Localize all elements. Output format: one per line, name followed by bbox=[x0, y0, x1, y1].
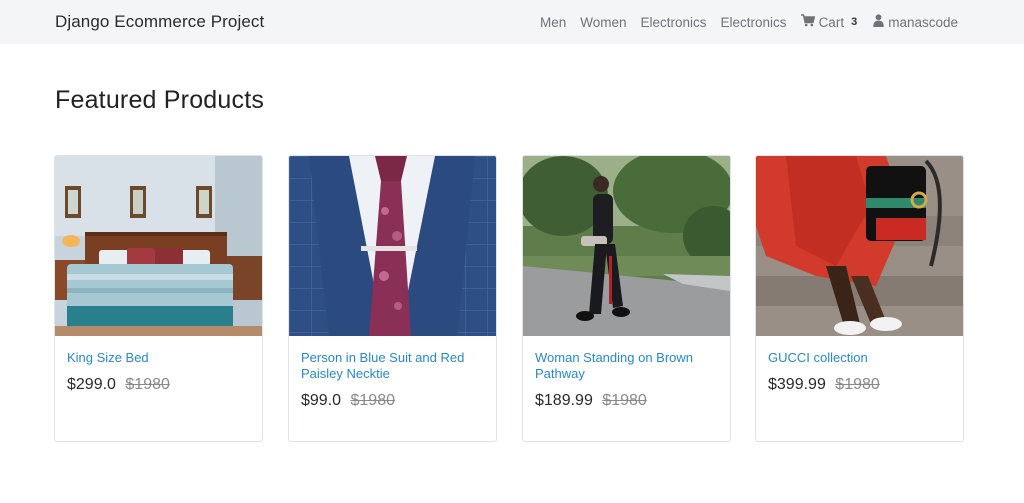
product-card: GUCCI collection $399.99 $1980 bbox=[755, 155, 964, 442]
nav-link-women[interactable]: Women bbox=[580, 15, 626, 30]
product-price: $399.99 bbox=[768, 376, 826, 393]
nav-link-user[interactable]: manascode bbox=[873, 14, 958, 30]
product-old-price: $1980 bbox=[350, 392, 396, 409]
nav-link-men[interactable]: Men bbox=[540, 15, 566, 30]
product-image[interactable] bbox=[523, 156, 730, 336]
cart-icon bbox=[800, 14, 815, 30]
price-row: $399.99 $1980 bbox=[768, 376, 951, 394]
product-price: $99.0 bbox=[301, 392, 342, 409]
product-old-price: $1980 bbox=[835, 376, 880, 393]
product-card-body: Person in Blue Suit and Red Paisley Neck… bbox=[289, 336, 496, 410]
product-old-price: $1980 bbox=[125, 376, 170, 393]
product-image[interactable] bbox=[756, 156, 963, 336]
product-card: Woman Standing on Brown Pathway $189.99 … bbox=[522, 155, 731, 442]
nav-link-cart[interactable]: Cart 3 bbox=[800, 14, 858, 30]
navbar: Django Ecommerce Project Men Women Elect… bbox=[0, 0, 1024, 44]
product-title-link[interactable]: Woman Standing on Brown Pathway bbox=[535, 350, 718, 382]
product-title-link[interactable]: Person in Blue Suit and Red Paisley Neck… bbox=[301, 350, 484, 382]
nav-link-electronics[interactable]: Electronics bbox=[641, 15, 707, 30]
brand-link[interactable]: Django Ecommerce Project bbox=[55, 12, 264, 32]
cart-label: Cart bbox=[818, 14, 845, 30]
product-price: $299.0 bbox=[67, 376, 116, 393]
product-card: Person in Blue Suit and Red Paisley Neck… bbox=[288, 155, 497, 442]
price-row: $99.0 $1980 bbox=[301, 392, 484, 410]
product-card-body: King Size Bed $299.0 $1980 bbox=[55, 336, 262, 394]
product-title-link[interactable]: King Size Bed bbox=[67, 350, 250, 366]
user-name: manascode bbox=[888, 14, 958, 30]
page-title: Featured Products bbox=[55, 86, 265, 114]
nav-links: Men Women Electronics Electronics Cart 3 bbox=[540, 14, 958, 30]
product-price: $189.99 bbox=[535, 392, 593, 409]
price-row: $189.99 $1980 bbox=[535, 392, 718, 410]
product-image[interactable] bbox=[55, 156, 262, 336]
price-row: $299.0 $1980 bbox=[67, 376, 250, 394]
user-icon bbox=[873, 14, 884, 30]
product-card-body: Woman Standing on Brown Pathway $189.99 … bbox=[523, 336, 730, 410]
product-card-body: GUCCI collection $399.99 $1980 bbox=[756, 336, 963, 394]
cart-count-badge: 3 bbox=[851, 16, 858, 28]
product-old-price: $1980 bbox=[602, 392, 647, 409]
product-image[interactable] bbox=[289, 156, 496, 336]
nav-link-electronics-2[interactable]: Electronics bbox=[721, 15, 787, 30]
product-card: King Size Bed $299.0 $1980 bbox=[54, 155, 263, 442]
product-title-link[interactable]: GUCCI collection bbox=[768, 350, 951, 366]
